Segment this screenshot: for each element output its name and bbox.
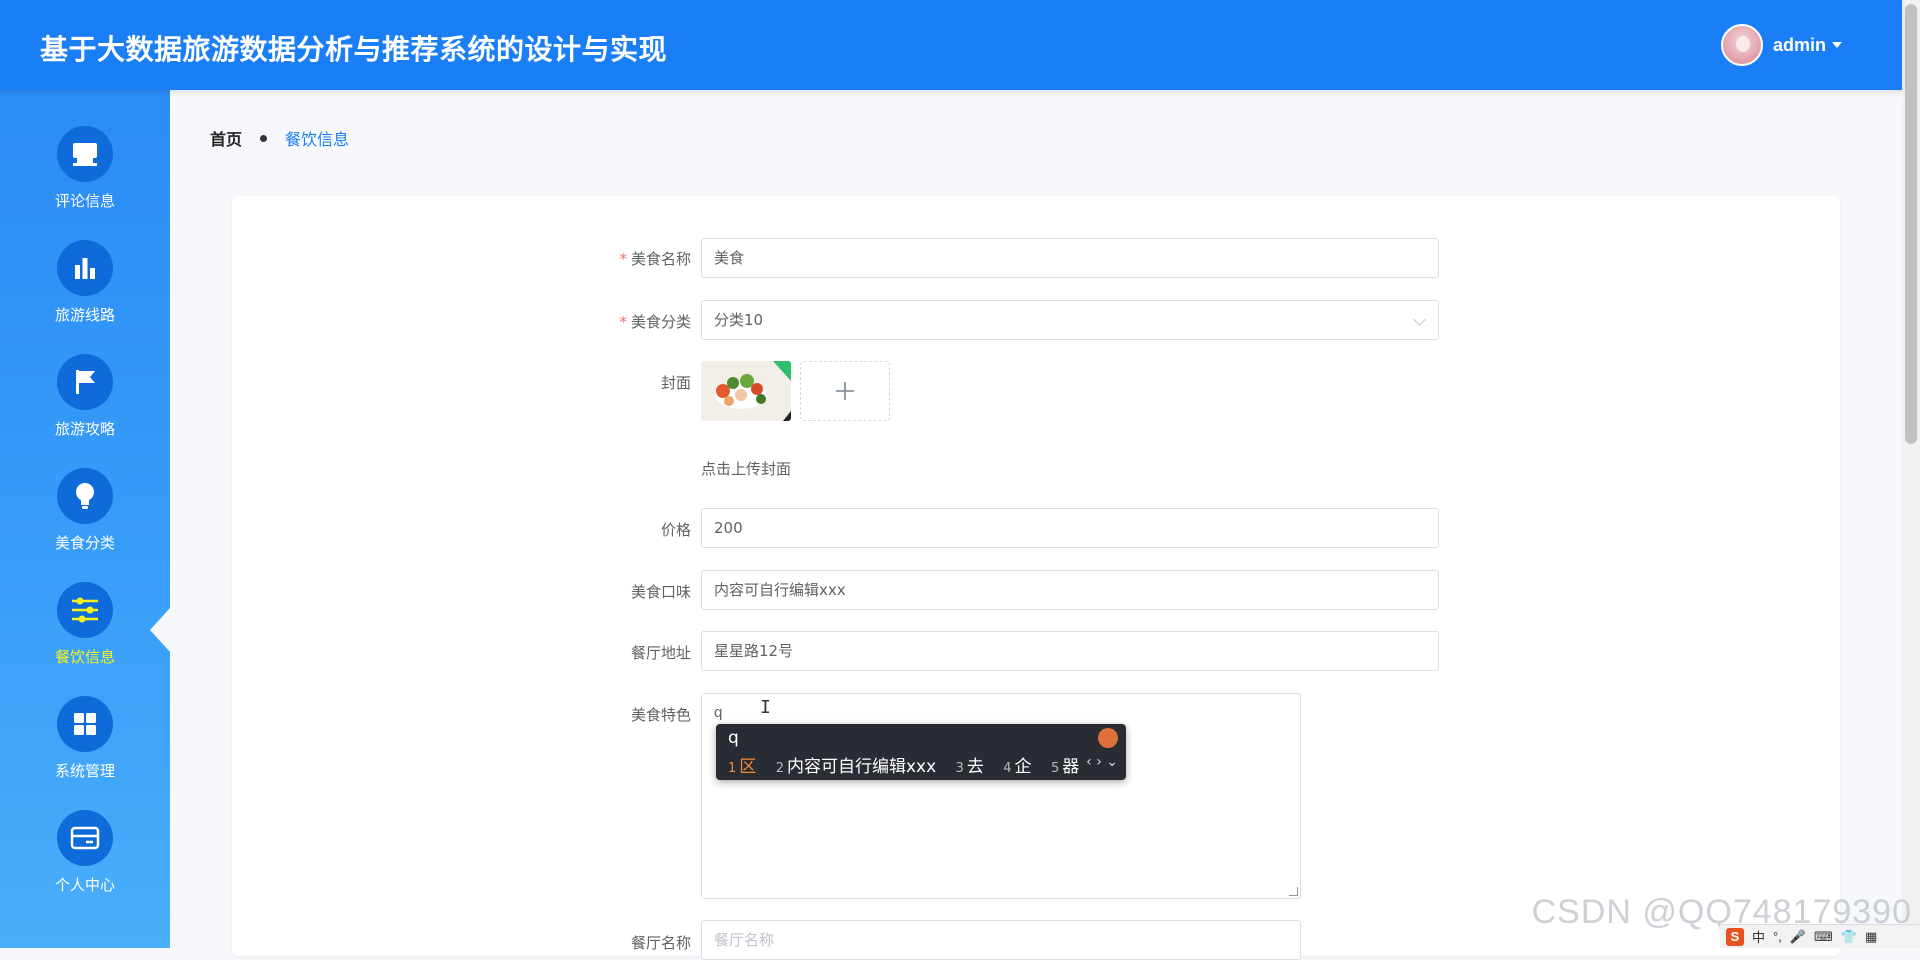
sidebar-item-food-category[interactable]: 美食分类 — [0, 468, 170, 578]
active-indicator — [150, 608, 170, 652]
sidebar-item-comments[interactable]: 评论信息 — [0, 126, 170, 236]
sidebar-item-label: 系统管理 — [54, 762, 115, 780]
shirt-icon[interactable]: 👕 — [1841, 929, 1857, 945]
ime-candidate[interactable]: 1区 — [728, 757, 756, 777]
breadcrumb-current: 餐饮信息 — [285, 130, 350, 149]
price-input[interactable]: 200 — [701, 508, 1439, 548]
card-icon — [57, 810, 113, 866]
caret-down-icon[interactable] — [1832, 42, 1842, 48]
avatar[interactable] — [1720, 24, 1763, 66]
ime-composition: q — [728, 728, 739, 748]
sidebar-item-profile[interactable]: 个人中心 — [0, 810, 170, 920]
food-category-label: * 美食分类 — [619, 313, 691, 331]
food-category-value: 分类10 — [714, 311, 764, 329]
breadcrumb: 首页 餐饮信息 — [210, 126, 349, 150]
sidebar-item-label: 旅游线路 — [54, 306, 115, 324]
ime-candidate-popup: q 1区 2 内容可自行编辑xxx 3去 4企 5器 ‹ › ⌄ — [716, 724, 1126, 780]
flag-icon — [57, 354, 113, 410]
price-label: 价格 — [660, 521, 691, 539]
ime-candidate[interactable]: 3去 — [956, 757, 984, 777]
sidebar-item-label: 个人中心 — [54, 876, 115, 894]
taste-input[interactable]: 内容可自行编辑xxx — [701, 570, 1439, 610]
ime-tray: S 中 °, 🎤 ⌨ 👕 ▦ — [1720, 924, 1920, 948]
microphone-icon[interactable]: 🎤 — [1790, 929, 1806, 945]
cover-thumbnail[interactable] — [701, 361, 791, 421]
username[interactable]: admin — [1773, 35, 1826, 56]
sidebar-item-label: 旅游攻略 — [54, 420, 115, 438]
sidebar-item-dining[interactable]: 餐饮信息 — [0, 582, 170, 692]
bar-chart-icon — [57, 240, 113, 296]
sidebar: 评论信息 旅游线路 旅游攻略 美食分类 餐饮信息 系统管理 个人中心 — [0, 90, 170, 948]
sidebar-item-label: 餐饮信息 — [54, 648, 115, 666]
keyboard-icon[interactable]: ⌨ — [1814, 929, 1833, 945]
address-input[interactable]: 星星路12号 — [701, 631, 1439, 671]
breadcrumb-separator — [260, 134, 268, 142]
ime-page-arrows-icon[interactable]: ‹ › ⌄ — [1086, 754, 1118, 770]
ime-candidate[interactable]: 5器 — [1051, 757, 1079, 777]
apps-icon[interactable]: ▦ — [1865, 929, 1877, 945]
i-beam-cursor-icon: I — [760, 697, 771, 718]
restaurant-label: 餐厅名称 — [630, 934, 691, 952]
ime-candidate[interactable]: 4企 — [1003, 757, 1031, 777]
monitor-icon — [57, 126, 113, 182]
sidebar-item-routes[interactable]: 旅游线路 — [0, 240, 170, 350]
scrollbar-thumb[interactable] — [1905, 4, 1917, 444]
feature-value: q — [714, 704, 723, 721]
ime-candidates: 1区 2 内容可自行编辑xxx 3去 4企 5器 — [728, 752, 1093, 777]
ime-punct[interactable]: °, — [1773, 929, 1782, 944]
page-scrollbar[interactable] — [1902, 0, 1920, 948]
address-label: 餐厅地址 — [630, 644, 691, 662]
food-category-select[interactable]: 分类10 — [701, 300, 1439, 340]
user-menu[interactable]: admin — [1720, 22, 1842, 68]
app-title: 基于大数据旅游数据分析与推荐系统的设计与实现 — [40, 33, 668, 66]
breadcrumb-home[interactable]: 首页 — [210, 126, 242, 150]
ime-candidate[interactable]: 2 内容可自行编辑xxx — [776, 757, 936, 777]
plus-icon — [836, 382, 854, 400]
restaurant-input[interactable]: 餐厅名称 — [701, 920, 1301, 960]
chevron-down-icon — [1413, 313, 1426, 326]
sidebar-item-guides[interactable]: 旅游攻略 — [0, 354, 170, 464]
top-header: 基于大数据旅游数据分析与推荐系统的设计与实现 admin — [0, 0, 1902, 90]
sidebar-item-system[interactable]: 系统管理 — [0, 696, 170, 806]
sliders-icon — [57, 582, 113, 638]
sogou-logo-icon[interactable]: S — [1726, 927, 1744, 946]
taste-label: 美食口味 — [630, 583, 691, 601]
lightbulb-icon — [57, 468, 113, 524]
upload-cover-button[interactable] — [800, 361, 890, 421]
grid-icon — [57, 696, 113, 752]
resize-handle[interactable] — [1289, 887, 1298, 896]
food-name-input[interactable]: 美食 — [701, 238, 1439, 278]
feature-label: 美食特色 — [630, 706, 691, 724]
sidebar-item-label: 美食分类 — [54, 534, 115, 552]
upload-hint: 点击上传封面 — [701, 460, 792, 478]
food-name-label: * 美食名称 — [619, 250, 691, 268]
cover-label: 封面 — [660, 374, 691, 392]
sidebar-item-label: 评论信息 — [54, 192, 115, 210]
ime-logo-icon — [1098, 728, 1118, 748]
ime-lang[interactable]: 中 — [1752, 927, 1765, 946]
